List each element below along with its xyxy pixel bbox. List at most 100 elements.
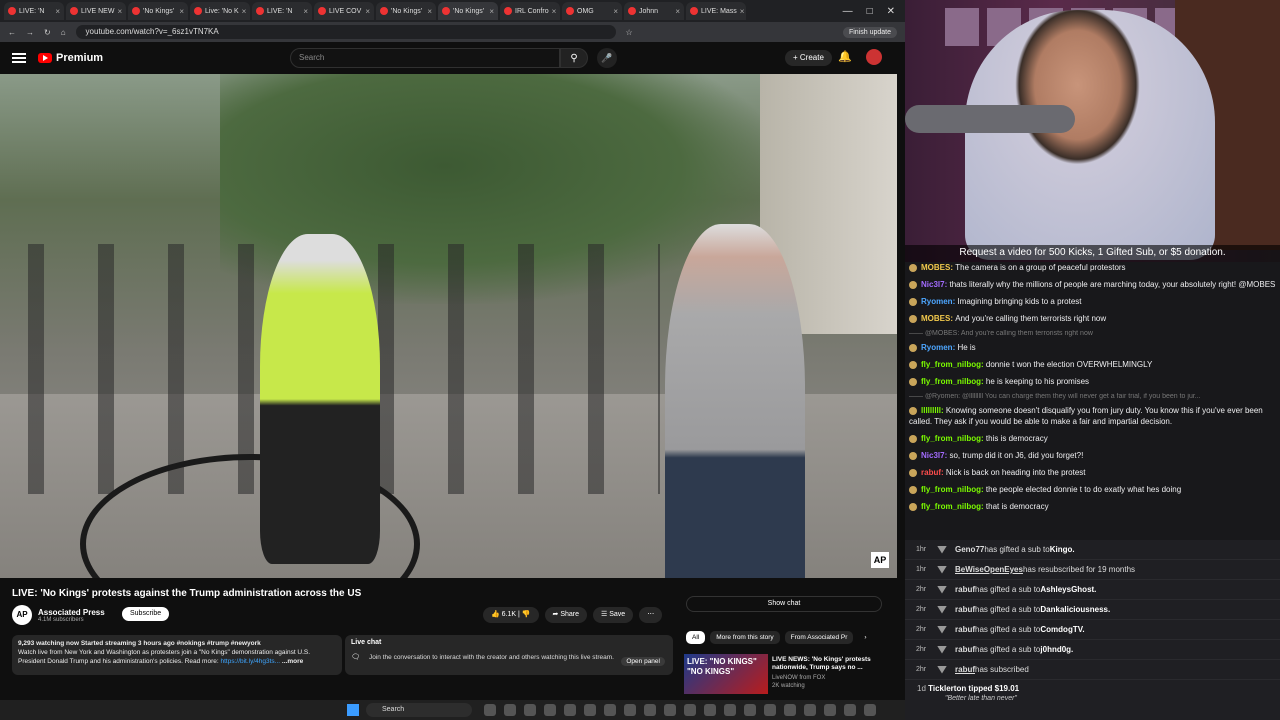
reload-icon[interactable]: ↻ xyxy=(44,28,51,37)
forward-icon[interactable]: → xyxy=(26,28,34,37)
url-field[interactable]: youtube.com/watch?v=_6sz1vTN7KA xyxy=(75,25,616,39)
browser-tab[interactable]: 'No Kings' × xyxy=(128,2,188,20)
finish-update-button[interactable]: Finish update xyxy=(842,26,897,38)
event-user[interactable]: rabuf xyxy=(955,645,975,654)
account-avatar[interactable] xyxy=(866,49,882,65)
event-user[interactable]: Geno77 xyxy=(955,545,984,554)
description-more[interactable]: ...more xyxy=(282,658,303,665)
voice-search-icon[interactable]: 🎤 xyxy=(597,48,617,68)
chat-username[interactable]: lllllllll: xyxy=(921,406,946,415)
youtube-logo[interactable]: Premium xyxy=(38,52,103,64)
subscribe-button[interactable]: Subscribe xyxy=(122,607,170,621)
app-icon[interactable] xyxy=(504,704,516,716)
event-user[interactable]: rabuf xyxy=(955,585,975,594)
event-target[interactable]: j0hnd0g. xyxy=(1040,645,1073,654)
browser-tab[interactable]: LIVE: Mass × xyxy=(686,2,746,20)
recommended-video[interactable]: LIVE: "NO KINGS" "NO KINGS" LIVE NEWS: '… xyxy=(684,654,884,694)
app-icon[interactable] xyxy=(484,704,496,716)
chat-username[interactable]: Nic3l7: xyxy=(921,451,949,460)
home-icon[interactable]: ⌂ xyxy=(61,28,66,37)
event-target[interactable]: AshleysGhost. xyxy=(1040,585,1096,594)
open-panel-button[interactable]: Open panel xyxy=(621,657,665,666)
tab-close-icon[interactable]: × xyxy=(489,7,494,16)
chip-all[interactable]: All xyxy=(686,631,706,644)
search-input[interactable]: Search xyxy=(290,48,560,68)
browser-tab[interactable]: IRL Confro × xyxy=(500,2,560,20)
tab-close-icon[interactable]: × xyxy=(427,7,432,16)
event-user[interactable]: rabuf xyxy=(955,605,975,614)
browser-tab[interactable]: 'No Kings' × xyxy=(376,2,436,20)
browser-tab[interactable]: LIVE: 'N × xyxy=(252,2,312,20)
tab-close-icon[interactable]: × xyxy=(55,7,60,16)
hamburger-menu-icon[interactable] xyxy=(12,53,26,63)
windows-start-icon[interactable] xyxy=(347,704,359,716)
event-target[interactable]: Dankaliciousness. xyxy=(1040,605,1110,614)
maximize-icon[interactable]: □ xyxy=(867,6,873,17)
taskbar-search[interactable]: Search xyxy=(366,703,472,717)
browser-tab[interactable]: LIVE: 'N × xyxy=(4,2,64,20)
app-icon[interactable] xyxy=(704,704,716,716)
chat-username[interactable]: MOBES: xyxy=(921,314,955,323)
video-player[interactable]: AP xyxy=(0,74,897,578)
recommended-title[interactable]: LIVE NEWS: 'No Kings' protests nationwid… xyxy=(772,656,872,672)
app-icon[interactable] xyxy=(804,704,816,716)
chat-username[interactable]: MOBES: xyxy=(921,263,955,272)
event-user[interactable]: BeWiseOpenEyes xyxy=(955,565,1023,574)
like-button[interactable]: 👍 6.1K | 👎 xyxy=(483,607,539,623)
app-icon[interactable] xyxy=(524,704,536,716)
app-icon[interactable] xyxy=(844,704,856,716)
close-icon[interactable]: ✕ xyxy=(887,6,895,17)
bookmark-star-icon[interactable]: ☆ xyxy=(626,28,633,37)
search-button[interactable]: ⚲ xyxy=(560,48,588,68)
description-link[interactable]: https://bit.ly/4hg3ts... xyxy=(220,658,280,665)
chat-username[interactable]: rabuf: xyxy=(921,468,946,477)
browser-tab[interactable]: Johnn × xyxy=(624,2,684,20)
chat-username[interactable]: fly_from_nilbog: xyxy=(921,377,986,386)
tab-close-icon[interactable]: × xyxy=(179,7,184,16)
chat-username[interactable]: Ryomen: xyxy=(921,297,957,306)
browser-tab[interactable]: LIVE COV × xyxy=(314,2,374,20)
chip-more-from-story[interactable]: More from this story xyxy=(710,631,780,644)
chat-username[interactable]: fly_from_nilbog: xyxy=(921,485,986,494)
event-user[interactable]: rabuf xyxy=(955,665,975,674)
tab-close-icon[interactable]: × xyxy=(613,7,618,16)
chat-username[interactable]: Ryomen: xyxy=(921,343,957,352)
app-icon[interactable] xyxy=(564,704,576,716)
tab-close-icon[interactable]: × xyxy=(675,7,680,16)
browser-tab[interactable]: LIVE NEW × xyxy=(66,2,126,20)
video-description[interactable]: 9,293 watching now Started streaming 3 h… xyxy=(12,635,342,675)
app-icon[interactable] xyxy=(584,704,596,716)
app-icon[interactable] xyxy=(724,704,736,716)
channel-name[interactable]: Associated Press xyxy=(38,608,105,617)
app-icon[interactable] xyxy=(824,704,836,716)
create-button[interactable]: + Create xyxy=(785,50,832,66)
app-icon[interactable] xyxy=(664,704,676,716)
minimize-icon[interactable]: — xyxy=(843,6,853,17)
event-target[interactable]: Kingo. xyxy=(1050,545,1075,554)
chat-username[interactable]: fly_from_nilbog: xyxy=(921,434,986,443)
notifications-icon[interactable]: 🔔 xyxy=(838,50,852,63)
app-icon[interactable] xyxy=(544,704,556,716)
show-chat-button[interactable]: Show chat xyxy=(686,596,882,612)
tab-close-icon[interactable]: × xyxy=(365,7,370,16)
tab-close-icon[interactable]: × xyxy=(117,7,122,16)
event-target[interactable]: ComdogTV. xyxy=(1040,625,1084,634)
chat-username[interactable]: fly_from_nilbog: xyxy=(921,502,986,511)
app-icon[interactable] xyxy=(604,704,616,716)
chevron-right-icon[interactable]: › xyxy=(858,631,872,644)
app-icon[interactable] xyxy=(684,704,696,716)
app-icon[interactable] xyxy=(644,704,656,716)
chat-username[interactable]: Nic3l7: xyxy=(921,280,949,289)
save-button[interactable]: ☰ Save xyxy=(593,607,634,623)
tab-close-icon[interactable]: × xyxy=(303,7,308,16)
app-icon[interactable] xyxy=(624,704,636,716)
channel-avatar[interactable]: AP xyxy=(12,605,32,625)
app-icon[interactable] xyxy=(864,704,876,716)
event-user[interactable]: rabuf xyxy=(955,625,975,634)
dislike-icon[interactable]: 👎 xyxy=(522,611,531,618)
chat-username[interactable]: fly_from_nilbog: xyxy=(921,360,986,369)
share-button[interactable]: ➦ Share xyxy=(544,607,588,623)
recommended-thumbnail[interactable]: LIVE: "NO KINGS" "NO KINGS" xyxy=(684,654,768,694)
more-actions-icon[interactable]: ⋯ xyxy=(639,607,663,623)
tab-close-icon[interactable]: × xyxy=(552,7,557,16)
